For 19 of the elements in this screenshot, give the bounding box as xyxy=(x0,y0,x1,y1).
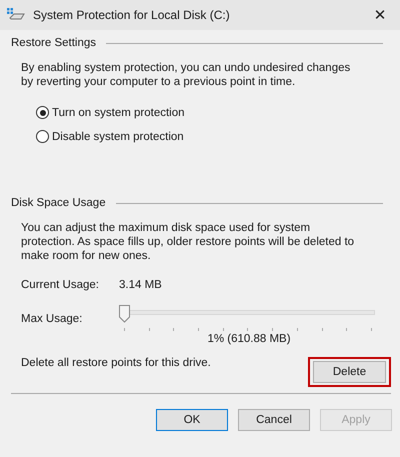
group-heading: Restore Settings xyxy=(11,37,96,49)
description-text: By enabling system protection, you can undo undesired changes by reverting your computer to a previous point in time. xyxy=(21,61,352,89)
usage-reading: 1% (610.88 MB) xyxy=(206,333,292,345)
drive-icon xyxy=(7,8,25,22)
field-label: Max Usage: xyxy=(21,313,84,325)
delete-text: Delete all restore points for this drive. xyxy=(21,357,211,369)
field-label: Current Usage: xyxy=(21,279,100,291)
slider-thumb[interactable] xyxy=(119,305,130,323)
description-text: You can adjust the maximum disk space used for system protection. As space fills up, older restore points will be deleted to make room for new ones. xyxy=(21,221,356,263)
dialog-button[interactable]: OK xyxy=(156,409,228,431)
usage-slider[interactable] xyxy=(119,305,375,333)
radio-option[interactable]: Turn on system protection xyxy=(36,106,185,119)
radio-option[interactable]: Disable system protection xyxy=(36,130,184,143)
dialog-button[interactable]: Cancel xyxy=(238,409,310,431)
usage-value: 3.14 MB xyxy=(119,279,162,291)
group-heading: Disk Space Usage xyxy=(11,197,106,209)
delete-button[interactable]: Delete xyxy=(313,361,386,383)
close-button[interactable]: ✕ xyxy=(360,0,400,30)
window-title: System Protection for Local Disk (C:) xyxy=(33,8,231,22)
